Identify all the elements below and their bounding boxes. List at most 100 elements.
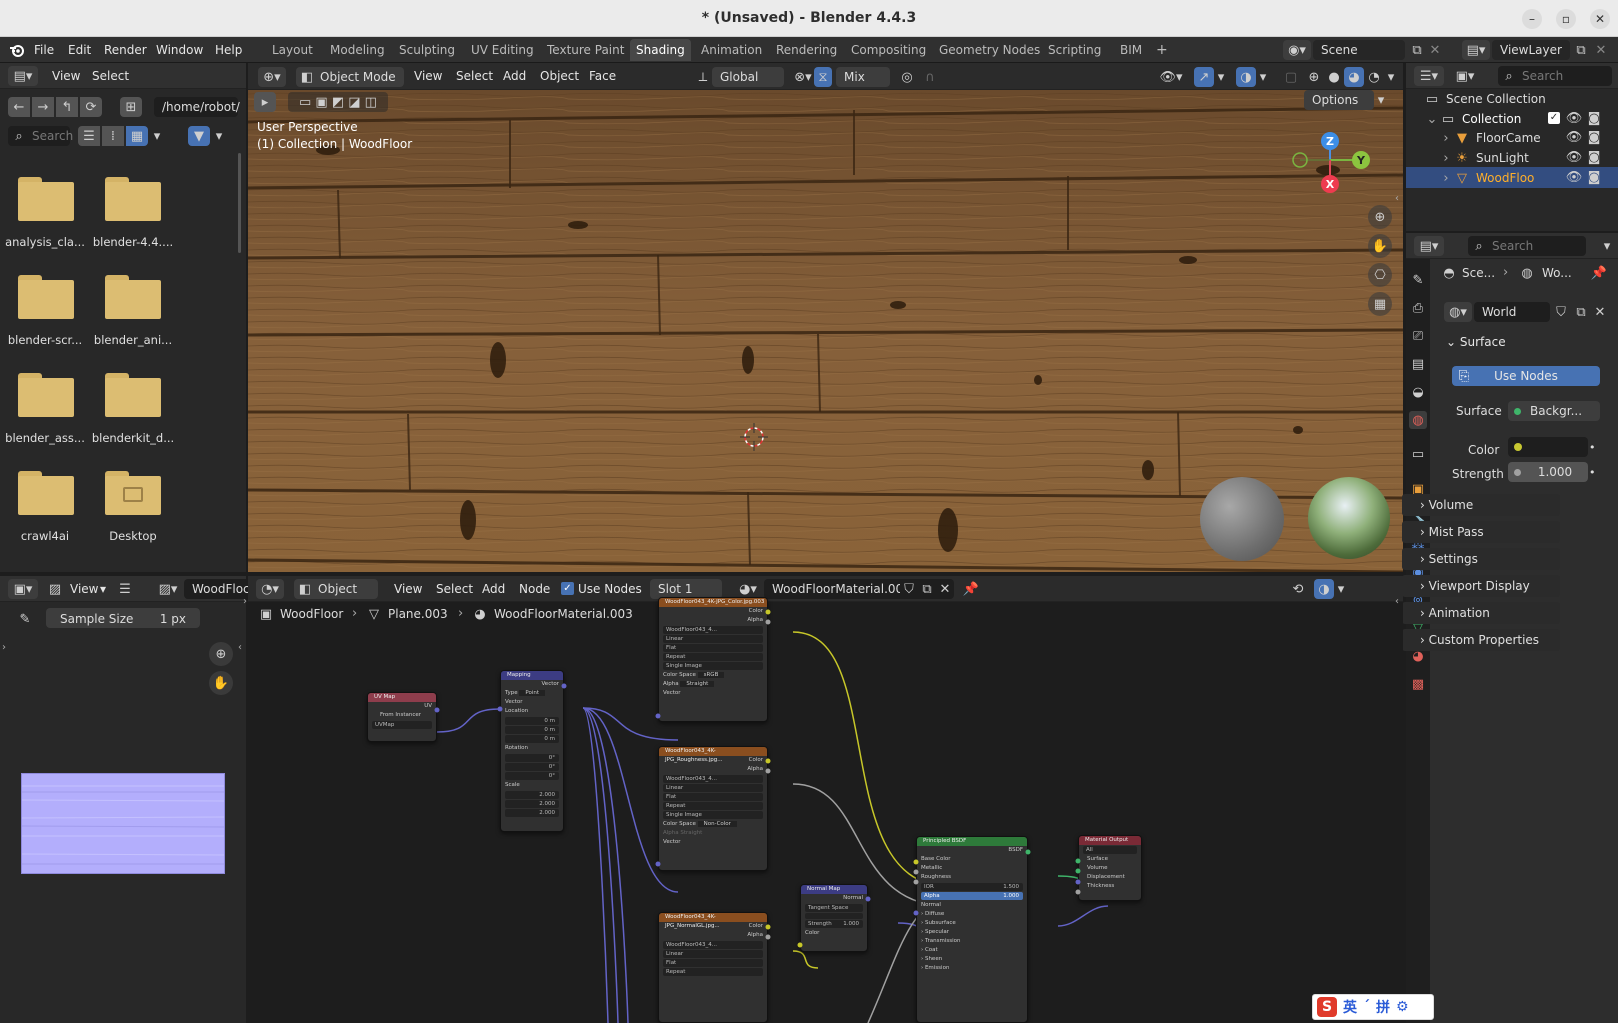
projection-dropdown[interactable]: Flat <box>663 644 763 652</box>
pan-hand-icon[interactable]: ✋ <box>1368 234 1392 258</box>
keyframe-dot-icon[interactable]: • <box>1589 466 1596 479</box>
node-title[interactable]: Mapping <box>501 671 563 680</box>
extension-dropdown[interactable]: Repeat <box>663 968 763 976</box>
panel-viewport-display[interactable]: › Viewport Display <box>1402 575 1560 597</box>
gizmo-dropdown-icon[interactable]: ▾ <box>1214 68 1228 86</box>
tab-rendering[interactable]: Rendering <box>770 39 843 61</box>
delete-scene-icon[interactable]: ✕ <box>1428 41 1442 59</box>
camera-icon[interactable]: ◙ <box>1586 169 1602 185</box>
eyedropper-icon[interactable]: ✎ <box>14 608 36 630</box>
duplicate-icon[interactable]: ⧉ <box>1572 302 1590 322</box>
add-workspace-button[interactable]: + <box>1150 39 1174 61</box>
menu-edit[interactable]: Edit <box>68 43 91 57</box>
projection-dropdown[interactable]: Flat <box>663 793 763 801</box>
panel-transmission[interactable]: › Transmission <box>917 937 1027 946</box>
type-dropdown[interactable]: Point <box>519 690 546 696</box>
snap-mix-dropdown[interactable]: Mix <box>836 67 890 87</box>
space-dropdown[interactable]: Tangent Space <box>805 904 863 912</box>
tab-texture-paint[interactable]: Texture Paint <box>541 39 630 61</box>
folder-icon[interactable] <box>105 275 161 319</box>
interpolation-dropdown[interactable]: Linear <box>663 635 763 643</box>
hamburger-menu-icon[interactable]: ☰ <box>116 580 134 598</box>
menu-render[interactable]: Render <box>104 43 147 57</box>
filter-icon[interactable]: ▼ <box>188 126 210 146</box>
view-layer-tab-icon[interactable]: ▤ <box>1409 355 1427 373</box>
alpha-mode-dropdown[interactable]: Straight <box>680 681 715 687</box>
display-dropdown-icon[interactable]: ▾ <box>150 126 164 146</box>
surface-panel-header[interactable]: ⌄ Surface <box>1446 335 1506 349</box>
folder-label[interactable]: Desktop <box>88 529 178 543</box>
chevron-down-icon[interactable]: ▾ <box>100 582 106 596</box>
color-texture-node[interactable]: WoodFloor043_4K-JPG_Color.jpg.003 Color … <box>658 597 768 722</box>
short-list-icon[interactable]: ⁞ <box>102 126 124 146</box>
overlay-toggle-icon[interactable]: ◑ <box>1236 67 1256 87</box>
world-browse-icon[interactable]: ◍▾ <box>1444 302 1472 322</box>
uv-map-field[interactable] <box>805 913 863 919</box>
view-layer-icon[interactable]: ▤▾ <box>1462 40 1490 60</box>
folder-label[interactable]: blender_ass... <box>0 431 90 445</box>
expand-icon[interactable]: ⌄ <box>1426 111 1438 127</box>
display-mode-icon[interactable]: ▣▾ <box>1450 66 1480 86</box>
tab-bim[interactable]: BIM <box>1114 39 1148 61</box>
vp-menu-select[interactable]: Select <box>456 69 493 83</box>
fb-scrollbar[interactable] <box>238 153 241 253</box>
strength-field[interactable]: Strength 1.000 <box>805 920 863 928</box>
tab-sculpting[interactable]: Sculpting <box>393 39 461 61</box>
tab-scripting[interactable]: Scripting <box>1042 39 1107 61</box>
tab-modeling[interactable]: Modeling <box>324 39 391 61</box>
collection-checkbox[interactable]: ✓ <box>1548 112 1560 124</box>
eye-icon[interactable]: 👁 <box>1566 169 1583 185</box>
refresh-icon[interactable]: ⟳ <box>80 97 102 117</box>
fb-menu-select[interactable]: Select <box>92 69 129 83</box>
ime-english-toggle[interactable]: 英 <box>1343 997 1357 1017</box>
image-file-field[interactable]: WoodFloor043_4... <box>663 775 763 783</box>
scene-tab-icon[interactable]: ◒ <box>1409 383 1427 401</box>
editor-type-icon[interactable]: ▤▾ <box>1414 236 1444 256</box>
navigation-gizmo[interactable]: Z Y X <box>1268 128 1370 198</box>
minimize-button[interactable]: – <box>1522 9 1542 29</box>
world-name-field[interactable]: World <box>1474 302 1550 322</box>
use-nodes-button[interactable]: Use Nodes <box>1452 366 1600 386</box>
folder-icon[interactable] <box>105 373 161 417</box>
overlay-dropdown-icon[interactable]: ▾ <box>1256 68 1270 86</box>
forward-icon[interactable]: → <box>32 97 54 117</box>
folder-label[interactable]: blender_ani... <box>88 333 178 347</box>
camera-icon[interactable]: ◙ <box>1586 149 1602 165</box>
panel-sheen[interactable]: › Sheen <box>917 955 1027 964</box>
color-space-dropdown[interactable]: Non-Color <box>697 821 737 827</box>
panel-specular[interactable]: › Specular <box>917 928 1027 937</box>
node-title[interactable]: WoodFloor043_4K-JPG_NormalGL.jpg... <box>659 913 767 929</box>
type-row[interactable]: Type Point <box>501 689 563 698</box>
eye-icon[interactable]: 👁 <box>1566 149 1583 165</box>
proportional-edit-icon[interactable]: ◎ <box>898 68 916 86</box>
expand-icon[interactable]: › <box>1440 150 1452 166</box>
principled-bsdf-node[interactable]: Principled BSDF BSDF Base Color Metallic… <box>916 836 1028 1023</box>
shading-dropdown-icon[interactable]: ▾ <box>1384 68 1398 86</box>
delete-view-layer-icon[interactable]: ✕ <box>1594 41 1608 59</box>
orthographic-grid-icon[interactable]: ▦ <box>1368 292 1392 316</box>
maximize-button[interactable]: ▫ <box>1556 9 1576 29</box>
location-y-field[interactable]: 0 m <box>505 726 559 734</box>
extension-dropdown[interactable]: Repeat <box>663 802 763 810</box>
rendered-shading-icon[interactable]: ◔ <box>1364 67 1384 87</box>
wireframe-shading-icon[interactable]: ⊕ <box>1304 67 1324 87</box>
folder-label[interactable]: analysis_cla... <box>0 235 90 249</box>
node-title[interactable]: WoodFloor043_4K-JPG_Color.jpg.003 <box>659 598 767 607</box>
fake-user-icon[interactable]: ⛉ <box>1552 302 1570 322</box>
editor-type-icon[interactable]: ☰▾ <box>1414 66 1444 86</box>
folder-icon[interactable] <box>18 373 74 417</box>
list-view-icon[interactable]: ☰ <box>78 126 100 146</box>
ior-field[interactable]: IOR 1.500 <box>921 883 1023 891</box>
interpolation-dropdown[interactable]: Linear <box>663 784 763 792</box>
image-name-field[interactable]: WoodFloc <box>184 579 250 599</box>
outliner-item-sunlight[interactable]: SunLight <box>1476 151 1529 165</box>
vp-menu-object[interactable]: Object <box>540 69 579 83</box>
rotation-x-field[interactable]: 0° <box>505 754 559 762</box>
pin-icon[interactable]: 📌 <box>1590 264 1608 282</box>
snap-icon[interactable]: ⧖ <box>814 67 832 87</box>
scene-field[interactable]: Scene <box>1313 40 1405 60</box>
surface-shader-dropdown[interactable]: Backgr... <box>1508 401 1600 421</box>
falloff-icon[interactable]: ∩ <box>920 68 940 86</box>
view-layer-field[interactable]: ViewLayer <box>1492 40 1570 60</box>
panel-animation[interactable]: › Animation <box>1402 602 1560 624</box>
